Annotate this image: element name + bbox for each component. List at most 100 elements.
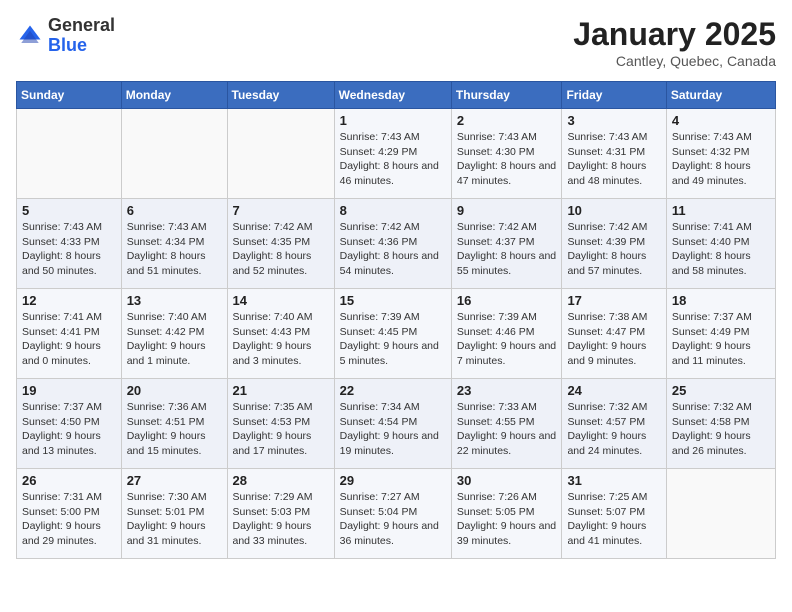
day-info: Sunrise: 7:43 AMSunset: 4:33 PMDaylight:… (22, 220, 116, 279)
calendar-cell: 30 Sunrise: 7:26 AMSunset: 5:05 PMDayligh… (451, 469, 562, 559)
day-info: Sunrise: 7:43 AMSunset: 4:31 PMDaylight:… (567, 130, 660, 189)
day-info: Sunrise: 7:30 AMSunset: 5:01 PMDaylight:… (127, 490, 222, 549)
calendar-cell: 26 Sunrise: 7:31 AMSunset: 5:00 PMDayligh… (17, 469, 122, 559)
day-number: 29 (340, 473, 446, 488)
day-number: 19 (22, 383, 116, 398)
calendar-cell: 5 Sunrise: 7:43 AMSunset: 4:33 PMDaylight… (17, 199, 122, 289)
calendar-cell: 25 Sunrise: 7:32 AMSunset: 4:58 PMDayligh… (666, 379, 775, 469)
day-info: Sunrise: 7:41 AMSunset: 4:41 PMDaylight:… (22, 310, 116, 369)
calendar-cell (227, 109, 334, 199)
calendar-cell: 13Sunrise: 7:40 AMSunset: 4:42 PMDayligh… (121, 289, 227, 379)
day-info: Sunrise: 7:35 AMSunset: 4:53 PMDaylight:… (233, 400, 329, 459)
day-info: Sunrise: 7:39 AMSunset: 4:46 PMDaylight:… (457, 310, 557, 369)
day-number: 23 (457, 383, 557, 398)
calendar-cell (666, 469, 775, 559)
logo-icon (16, 22, 44, 50)
weekday-header-tuesday: Tuesday (227, 82, 334, 109)
title-area: January 2025 Cantley, Quebec, Canada (573, 16, 776, 69)
calendar-cell: 28 Sunrise: 7:29 AMSunset: 5:03 PMDayligh… (227, 469, 334, 559)
day-info: Sunrise: 7:36 AMSunset: 4:51 PMDaylight:… (127, 400, 222, 459)
calendar-cell: 10 Sunrise: 7:42 AMSunset: 4:39 PMDayligh… (562, 199, 666, 289)
weekday-header-thursday: Thursday (451, 82, 562, 109)
calendar-cell: 23 Sunrise: 7:33 AMSunset: 4:55 PMDayligh… (451, 379, 562, 469)
day-number: 14 (233, 293, 329, 308)
day-info: Sunrise: 7:42 AMSunset: 4:37 PMDaylight:… (457, 220, 557, 279)
weekday-header-wednesday: Wednesday (334, 82, 451, 109)
weekday-header-sunday: Sunday (17, 82, 122, 109)
day-info: Sunrise: 7:32 AMSunset: 4:57 PMDaylight:… (567, 400, 660, 459)
day-number: 10 (567, 203, 660, 218)
calendar-table: SundayMondayTuesdayWednesdayThursdayFrid… (16, 81, 776, 559)
day-info: Sunrise: 7:29 AMSunset: 5:03 PMDaylight:… (233, 490, 329, 549)
calendar-cell: 11 Sunrise: 7:41 AMSunset: 4:40 PMDayligh… (666, 199, 775, 289)
day-number: 12 (22, 293, 116, 308)
calendar-cell: 22Sunrise: 7:34 AMSunset: 4:54 PMDayligh… (334, 379, 451, 469)
day-number: 27 (127, 473, 222, 488)
calendar-cell: 4 Sunrise: 7:43 AMSunset: 4:32 PMDaylight… (666, 109, 775, 199)
day-info: Sunrise: 7:34 AMSunset: 4:54 PMDaylight:… (340, 400, 446, 459)
header: General Blue January 2025 Cantley, Quebe… (16, 16, 776, 69)
calendar-cell: 21Sunrise: 7:35 AMSunset: 4:53 PMDayligh… (227, 379, 334, 469)
calendar-cell: 20 Sunrise: 7:36 AMSunset: 4:51 PMDayligh… (121, 379, 227, 469)
day-number: 11 (672, 203, 770, 218)
calendar-cell: 8 Sunrise: 7:42 AMSunset: 4:36 PMDaylight… (334, 199, 451, 289)
calendar-cell: 18 Sunrise: 7:37 AMSunset: 4:49 PMDayligh… (666, 289, 775, 379)
day-info: Sunrise: 7:40 AMSunset: 4:43 PMDaylight:… (233, 310, 329, 369)
calendar-cell: 2 Sunrise: 7:43 AMSunset: 4:30 PMDaylight… (451, 109, 562, 199)
weekday-header-monday: Monday (121, 82, 227, 109)
logo: General Blue (16, 16, 115, 56)
day-number: 16 (457, 293, 557, 308)
calendar-cell: 27 Sunrise: 7:30 AMSunset: 5:01 PMDayligh… (121, 469, 227, 559)
day-number: 8 (340, 203, 446, 218)
logo-blue-text: Blue (48, 35, 87, 55)
day-number: 25 (672, 383, 770, 398)
day-info: Sunrise: 7:41 AMSunset: 4:40 PMDaylight:… (672, 220, 770, 279)
day-info: Sunrise: 7:33 AMSunset: 4:55 PMDaylight:… (457, 400, 557, 459)
week-row-4: 19 Sunrise: 7:37 AMSunset: 4:50 PMDayligh… (17, 379, 776, 469)
day-number: 26 (22, 473, 116, 488)
day-info: Sunrise: 7:42 AMSunset: 4:35 PMDaylight:… (233, 220, 329, 279)
day-number: 20 (127, 383, 222, 398)
calendar-cell: 14 Sunrise: 7:40 AMSunset: 4:43 PMDayligh… (227, 289, 334, 379)
calendar-cell: 29 Sunrise: 7:27 AMSunset: 5:04 PMDayligh… (334, 469, 451, 559)
day-info: Sunrise: 7:37 AMSunset: 4:50 PMDaylight:… (22, 400, 116, 459)
day-number: 30 (457, 473, 557, 488)
day-info: Sunrise: 7:43 AMSunset: 4:32 PMDaylight:… (672, 130, 770, 189)
day-number: 24 (567, 383, 660, 398)
day-number: 3 (567, 113, 660, 128)
day-number: 28 (233, 473, 329, 488)
day-info: Sunrise: 7:38 AMSunset: 4:47 PMDaylight:… (567, 310, 660, 369)
day-number: 18 (672, 293, 770, 308)
day-info: Sunrise: 7:26 AMSunset: 5:05 PMDaylight:… (457, 490, 557, 549)
day-info: Sunrise: 7:31 AMSunset: 5:00 PMDaylight:… (22, 490, 116, 549)
calendar-cell: 19 Sunrise: 7:37 AMSunset: 4:50 PMDayligh… (17, 379, 122, 469)
week-row-2: 5 Sunrise: 7:43 AMSunset: 4:33 PMDaylight… (17, 199, 776, 289)
day-info: Sunrise: 7:43 AMSunset: 4:30 PMDaylight:… (457, 130, 557, 189)
day-info: Sunrise: 7:32 AMSunset: 4:58 PMDaylight:… (672, 400, 770, 459)
calendar-title: January 2025 (573, 16, 776, 53)
calendar-cell: 12 Sunrise: 7:41 AMSunset: 4:41 PMDayligh… (17, 289, 122, 379)
day-info: Sunrise: 7:40 AMSunset: 4:42 PMDaylight:… (127, 310, 222, 369)
week-row-1: 1Sunrise: 7:43 AMSunset: 4:29 PMDaylight… (17, 109, 776, 199)
logo-general-text: General (48, 15, 115, 35)
day-number: 5 (22, 203, 116, 218)
day-info: Sunrise: 7:27 AMSunset: 5:04 PMDaylight:… (340, 490, 446, 549)
day-info: Sunrise: 7:37 AMSunset: 4:49 PMDaylight:… (672, 310, 770, 369)
weekday-header-row: SundayMondayTuesdayWednesdayThursdayFrid… (17, 82, 776, 109)
day-info: Sunrise: 7:42 AMSunset: 4:36 PMDaylight:… (340, 220, 446, 279)
calendar-cell: 16 Sunrise: 7:39 AMSunset: 4:46 PMDayligh… (451, 289, 562, 379)
weekday-header-friday: Friday (562, 82, 666, 109)
calendar-cell: 15Sunrise: 7:39 AMSunset: 4:45 PMDayligh… (334, 289, 451, 379)
day-number: 4 (672, 113, 770, 128)
day-info: Sunrise: 7:43 AMSunset: 4:34 PMDaylight:… (127, 220, 222, 279)
day-number: 31 (567, 473, 660, 488)
week-row-5: 26 Sunrise: 7:31 AMSunset: 5:00 PMDayligh… (17, 469, 776, 559)
calendar-cell: 24 Sunrise: 7:32 AMSunset: 4:57 PMDayligh… (562, 379, 666, 469)
day-info: Sunrise: 7:42 AMSunset: 4:39 PMDaylight:… (567, 220, 660, 279)
day-number: 6 (127, 203, 222, 218)
week-row-3: 12 Sunrise: 7:41 AMSunset: 4:41 PMDayligh… (17, 289, 776, 379)
day-number: 2 (457, 113, 557, 128)
day-info: Sunrise: 7:39 AMSunset: 4:45 PMDaylight:… (340, 310, 446, 369)
day-number: 1 (340, 113, 446, 128)
calendar-cell (121, 109, 227, 199)
